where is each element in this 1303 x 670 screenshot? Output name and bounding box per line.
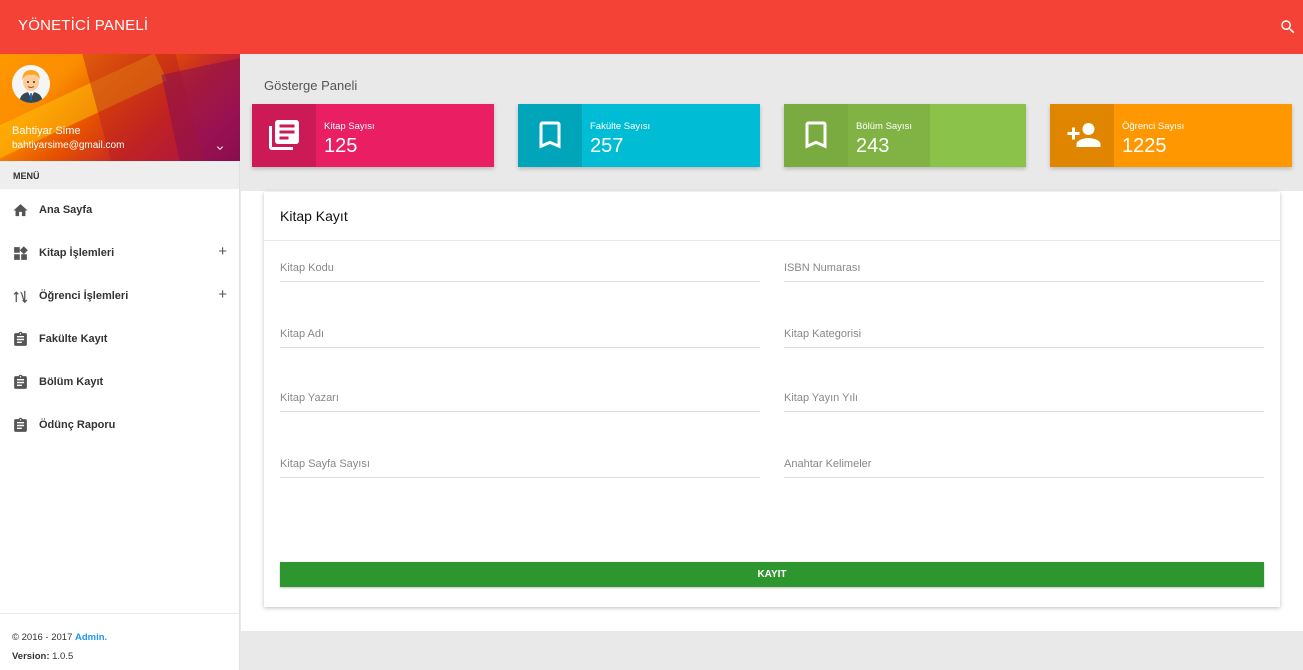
widgets-icon [14,246,28,260]
kitap-kategorisi-input[interactable] [784,322,1264,340]
home-icon [13,204,28,217]
kitap-adi-field [280,322,760,348]
version-label: Version: [12,651,50,662]
chevron-down-icon[interactable] [214,142,226,154]
search-icon[interactable] [1279,18,1297,36]
isbn-field [784,256,1264,282]
info-card-bolum[interactable]: Bölüm Sayısı 243 [784,104,1026,167]
kitap-yayin-yili-input[interactable] [784,386,1264,404]
sidebar-item-fakulte-kayit[interactable]: Fakülte Kayıt [0,318,239,361]
sidebar: Bahtiyar Sime bahtiyarsime@gmail.com MEN… [0,54,240,670]
version: Version: 1.0.5 [12,647,239,666]
card-icon-box [784,104,848,167]
card-icon-box [252,104,316,167]
library-books-icon [269,120,299,150]
card-icon-box [1050,104,1114,167]
kitap-yazari-input[interactable] [280,386,760,404]
sidebar-item-label: Fakülte Kayıt [39,333,108,345]
form-title: Kitap Kayıt [264,192,1280,241]
user-email: bahtiyarsime@gmail.com [12,140,125,151]
expand-icon[interactable]: + [218,243,227,260]
kitap-kodu-field [280,256,760,282]
menu-header: MENÜ [0,161,239,189]
kitap-yazari-field [280,386,760,412]
clipboard-icon [14,374,27,389]
user-name: Bahtiyar Sime [12,125,81,137]
expand-icon[interactable]: + [218,286,227,303]
card-label: Bölüm Sayısı [856,121,912,132]
card-value: 125 [324,135,358,157]
card-label: Fakülte Sayısı [590,121,651,132]
card-label: Kitap Sayısı [324,121,375,132]
card-label: Öğrenci Sayısı [1122,121,1185,132]
book-registration-form: Kitap Kayıt KAYIT [264,192,1280,607]
version-value: 1.0.5 [49,651,74,662]
sidebar-item-label: Öğrenci İşlemleri [39,290,129,302]
kitap-kodu-input[interactable] [280,256,760,274]
page-title: Gösterge Paneli [264,78,358,93]
card-value: 243 [856,135,890,157]
sidebar-item-odunc-raporu[interactable]: Ödünç Raporu [0,404,239,447]
sidebar-menu: Ana Sayfa Kitap İşlemleri + Öğrenci İşle… [0,189,239,447]
top-navbar: YÖNETİCİ PANELİ [0,0,1303,54]
avatar[interactable] [12,65,50,103]
swap-icon [13,290,28,304]
sidebar-item-label: Kitap İşlemleri [39,247,115,259]
anahtar-kelimeler-input[interactable] [784,452,1264,470]
info-card-fakulte[interactable]: Fakülte Sayısı 257 [518,104,760,167]
bookmark-icon [539,121,561,149]
info-card-kitap[interactable]: Kitap Sayısı 125 [252,104,494,167]
sidebar-item-label: Ödünç Raporu [39,419,116,431]
sidebar-item-kitap-islemleri[interactable]: Kitap İşlemleri + [0,232,239,275]
app-title[interactable]: YÖNETİCİ PANELİ [18,17,148,34]
sidebar-item-label: Bölüm Kayıt [39,376,104,388]
sidebar-item-label: Ana Sayfa [39,204,93,216]
kitap-adi-input[interactable] [280,322,760,340]
kitap-yayin-yili-field [784,386,1264,412]
card-value: 257 [590,135,624,157]
sidebar-item-bolum-kayit[interactable]: Bölüm Kayıt [0,361,239,404]
sidebar-footer: © 2016 - 2017 Admin. Version: 1.0.5 [0,613,239,670]
sidebar-item-ogrenci-islemleri[interactable]: Öğrenci İşlemleri + [0,275,239,318]
card-icon-box [518,104,582,167]
copyright: © 2016 - 2017 Admin. [12,628,239,647]
anahtar-kelimeler-field [784,452,1264,478]
clipboard-icon [14,331,27,346]
sidebar-item-ana-sayfa[interactable]: Ana Sayfa [0,189,239,232]
kitap-kategorisi-field [784,322,1264,348]
copyright-text: © 2016 - 2017 [12,632,75,643]
bookmark-icon [805,121,827,149]
user-info-panel: Bahtiyar Sime bahtiyarsime@gmail.com [0,54,240,161]
info-card-ogrenci[interactable]: Öğrenci Sayısı 1225 [1050,104,1292,167]
isbn-input[interactable] [784,256,1264,274]
card-value: 1225 [1122,135,1167,157]
clipboard-icon [14,417,27,432]
admin-link[interactable]: Admin. [75,632,107,643]
save-button[interactable]: KAYIT [280,562,1264,587]
kitap-sayfa-sayisi-input[interactable] [280,452,760,470]
person-add-icon [1067,123,1101,147]
kitap-sayfa-sayisi-field [280,452,760,478]
